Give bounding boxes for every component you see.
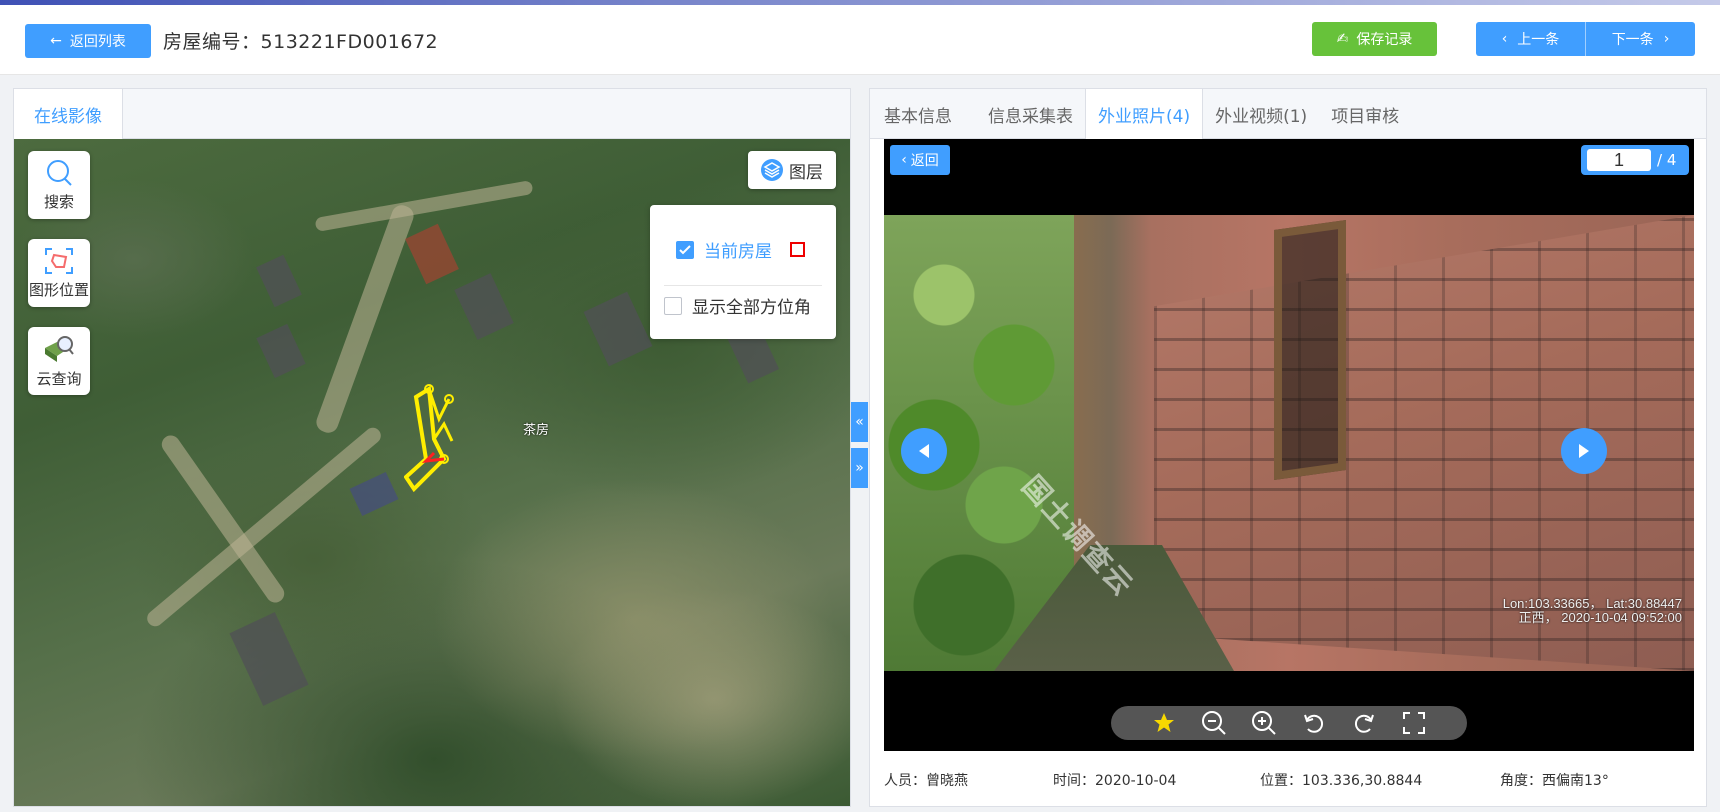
previous-record-button[interactable]: ‹ 上一条 xyxy=(1476,22,1585,56)
house-outline-marker xyxy=(404,384,454,493)
search-icon xyxy=(47,159,72,186)
map-road xyxy=(313,202,417,436)
cloud-query-tool-label: 云查询 xyxy=(36,369,82,388)
rotate-right-button[interactable] xyxy=(1349,708,1379,738)
fullscreen-icon xyxy=(1403,712,1425,734)
previous-record-label: 上一条 xyxy=(1517,32,1560,48)
layers-icon xyxy=(761,159,783,181)
fullscreen-button[interactable] xyxy=(1399,708,1429,738)
tab-project-review[interactable]: 项目审核 xyxy=(1319,89,1411,139)
photo-toolbar xyxy=(1111,706,1467,740)
detail-tabs: 基本信息 信息采集表 外业照片(4) 外业视频(1) 项目审核 xyxy=(870,89,1706,140)
triangle-left-icon xyxy=(919,444,929,458)
header: ← 返回列表 房屋编号：513221FD001672 ✍ 保存记录 ‹ 上一条 … xyxy=(0,5,1720,75)
zoom-out-icon xyxy=(1202,711,1226,735)
viewer-back-label: 返回 xyxy=(910,153,939,169)
cloud-query-tool-button[interactable]: 云查询 xyxy=(28,327,90,395)
map-tabs: 在线影像 xyxy=(14,89,850,139)
favorite-button[interactable] xyxy=(1149,708,1179,738)
photo-window xyxy=(1274,219,1346,481)
map-magnifier-icon xyxy=(45,335,74,362)
map-building xyxy=(454,273,514,340)
tab-field-photos[interactable]: 外业照片(4) xyxy=(1085,89,1204,140)
info-time: 时间：2020-10-04 xyxy=(1053,773,1177,789)
chevron-left-icon: ‹ xyxy=(1501,31,1508,47)
show-all-azimuths-checkbox[interactable] xyxy=(664,296,682,315)
previous-photo-button[interactable] xyxy=(901,428,947,474)
zoom-out-button[interactable] xyxy=(1199,708,1229,738)
map-building xyxy=(256,254,302,308)
tab-field-videos[interactable]: 外业视频(1) xyxy=(1203,89,1319,139)
edit-icon: ✍ xyxy=(1336,31,1349,47)
map-panel: 在线影像 茶房 搜索 图形位置 云查询 图层 当前房屋 显示全部方位角 xyxy=(13,88,851,807)
detail-panel: 基本信息 信息采集表 外业照片(4) 外业视频(1) 项目审核 ‹ 返回 / 4… xyxy=(869,88,1707,807)
zoom-in-button[interactable] xyxy=(1249,708,1279,738)
tab-info-collection[interactable]: 信息采集表 xyxy=(976,89,1085,139)
chevron-left-icon: ‹ xyxy=(901,152,907,168)
layers-button-label: 图层 xyxy=(789,162,823,183)
tab-basic-info[interactable]: 基本信息 xyxy=(872,89,964,139)
map-building xyxy=(405,223,459,285)
rotate-left-icon xyxy=(1304,714,1324,733)
arrow-left-icon: ← xyxy=(50,33,62,49)
map-building xyxy=(256,323,306,379)
divider xyxy=(664,285,822,286)
back-to-list-button[interactable]: ← 返回列表 xyxy=(25,24,151,58)
satellite-map[interactable]: 茶房 搜索 图形位置 云查询 图层 当前房屋 显示全部方位角 xyxy=(14,139,850,806)
layers-button[interactable]: 图层 xyxy=(748,151,836,189)
layers-panel: 当前房屋 显示全部方位角 xyxy=(650,205,836,339)
show-all-azimuths-label: 显示全部方位角 xyxy=(692,298,811,318)
page-number-input[interactable] xyxy=(1587,149,1651,171)
map-building xyxy=(229,612,309,706)
rotate-right-icon xyxy=(1354,714,1374,733)
triangle-right-icon xyxy=(1579,444,1589,458)
double-chevron-right-icon: » xyxy=(855,460,864,476)
info-person: 人员：曾晓燕 xyxy=(884,773,968,789)
next-record-button[interactable]: 下一条 › xyxy=(1585,22,1695,56)
record-navigation: ‹ 上一条 下一条 › xyxy=(1476,22,1695,56)
expand-right-button[interactable]: » xyxy=(851,448,868,488)
current-house-label: 当前房屋 xyxy=(704,242,772,262)
photo-pager: / 4 xyxy=(1581,145,1689,175)
map-building xyxy=(349,471,399,517)
house-number: 房屋编号：513221FD001672 xyxy=(163,27,438,54)
search-tool-button[interactable]: 搜索 xyxy=(28,151,90,219)
house-number-value: 513221FD001672 xyxy=(260,31,439,53)
current-house-legend-swatch xyxy=(790,242,805,257)
zoom-in-icon xyxy=(1252,711,1276,735)
page-total: / 4 xyxy=(1657,151,1677,169)
star-icon xyxy=(1154,713,1174,732)
info-angle: 角度：西偏南13° xyxy=(1500,773,1609,789)
next-record-label: 下一条 xyxy=(1611,32,1654,48)
double-chevron-left-icon: « xyxy=(855,414,864,430)
collapse-left-button[interactable]: « xyxy=(851,402,868,442)
shape-position-tool-button[interactable]: 图形位置 xyxy=(28,239,90,307)
map-building xyxy=(583,291,653,367)
rotate-left-button[interactable] xyxy=(1299,708,1329,738)
tab-online-imagery[interactable]: 在线影像 xyxy=(14,89,123,139)
check-icon xyxy=(679,244,691,254)
layer-all-azimuths-row[interactable]: 显示全部方位角 xyxy=(664,293,811,318)
next-photo-button[interactable] xyxy=(1561,428,1607,474)
info-location: 位置：103.336,30.8844 xyxy=(1260,773,1423,789)
layer-current-house-row[interactable]: 当前房屋 xyxy=(676,237,805,262)
photo-direction-time: 正西， 2020-10-04 09:52:00 xyxy=(1518,610,1682,625)
current-house-checkbox[interactable] xyxy=(676,240,694,259)
back-to-list-label: 返回列表 xyxy=(69,34,126,50)
photo-viewer: ‹ 返回 / 4 国土调查云 Lon:103.33665， Lat:30.884… xyxy=(884,139,1694,751)
viewer-back-button[interactable]: ‹ 返回 xyxy=(890,145,950,175)
chevron-right-icon: › xyxy=(1663,31,1670,47)
house-number-label: 房屋编号： xyxy=(163,31,261,53)
search-tool-label: 搜索 xyxy=(43,192,74,211)
shape-position-tool-label: 图形位置 xyxy=(28,280,89,299)
place-name-label: 茶房 xyxy=(523,423,550,438)
shape-locate-icon xyxy=(45,247,73,274)
save-record-label: 保存记录 xyxy=(1356,32,1413,48)
save-record-button[interactable]: ✍ 保存记录 xyxy=(1312,22,1437,56)
map-road xyxy=(314,180,534,232)
